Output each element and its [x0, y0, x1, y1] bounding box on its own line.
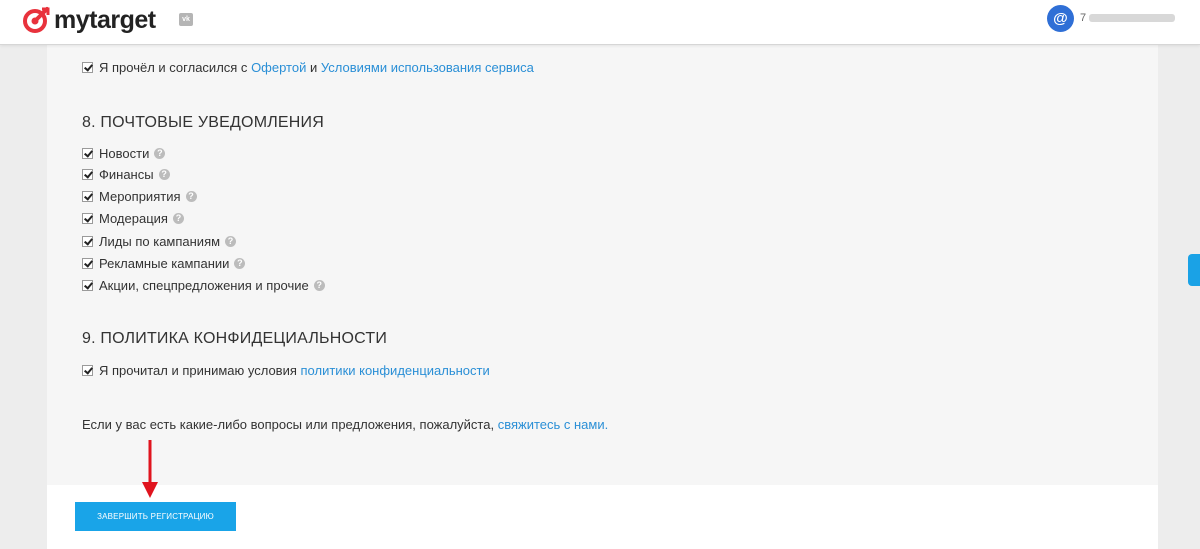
- top-bar: mytarget vk @ 7: [0, 0, 1200, 45]
- notification-item-news: Новости ?: [82, 146, 166, 161]
- help-icon[interactable]: ?: [154, 148, 166, 159]
- notification-item-promotions: Акции, спецпредложения и прочие ?: [82, 278, 325, 293]
- contact-us-link[interactable]: свяжитесь с нами.: [498, 417, 609, 432]
- notification-label: Рекламные кампании: [99, 256, 230, 271]
- logo-text: mytarget: [54, 6, 156, 34]
- privacy-policy-link[interactable]: политики конфиденциальности: [301, 363, 490, 378]
- agreement-prefix: Я прочёл и согласился с: [99, 60, 248, 75]
- notification-label: Модерация: [99, 211, 168, 226]
- notification-checkbox-moderation[interactable]: [82, 213, 93, 224]
- notification-checkbox-events[interactable]: [82, 191, 93, 202]
- contact-paragraph: Если у вас есть какие-либо вопросы или п…: [82, 417, 608, 432]
- notification-checkbox-promotions[interactable]: [82, 280, 93, 291]
- agreement-and: и: [309, 60, 318, 75]
- terms-link[interactable]: Условиями использования сервиса: [321, 60, 534, 75]
- user-name[interactable]: 7: [1080, 12, 1180, 24]
- offer-link[interactable]: Офертой: [251, 60, 306, 75]
- notification-item-leads: Лиды по кампаниям ?: [82, 234, 237, 249]
- help-icon[interactable]: ?: [313, 280, 325, 291]
- privacy-checkbox[interactable]: [82, 365, 93, 376]
- notification-item-finance: Финансы ?: [82, 167, 170, 182]
- help-icon[interactable]: ?: [172, 213, 184, 224]
- notification-label: Финансы: [99, 167, 154, 182]
- help-icon[interactable]: ?: [185, 191, 197, 202]
- notification-item-campaigns: Рекламные кампании ?: [82, 256, 246, 271]
- notification-checkbox-campaigns[interactable]: [82, 258, 93, 269]
- notification-checkbox-news[interactable]: [82, 148, 93, 159]
- notification-checkbox-leads[interactable]: [82, 236, 93, 247]
- agreement-checkbox[interactable]: [82, 62, 93, 73]
- notification-label: Мероприятия: [99, 189, 181, 204]
- user-name-prefix: 7: [1080, 12, 1087, 24]
- privacy-prefix: Я прочитал и принимаю условия: [99, 363, 297, 378]
- privacy-row: Я прочитал и принимаю условия политики к…: [82, 363, 490, 378]
- user-avatar[interactable]: @: [1047, 5, 1074, 32]
- vk-badge-icon: vk: [179, 13, 193, 26]
- notifications-section-title: 8. ПОЧТОВЫЕ УВЕДОМЛЕНИЯ: [82, 114, 324, 131]
- notification-checkbox-finance[interactable]: [82, 169, 93, 180]
- privacy-section-title: 9. ПОЛИТИКА КОНФИДЕЦИАЛЬНОСТИ: [82, 330, 388, 347]
- notification-label: Акции, спецпредложения и прочие: [99, 278, 309, 293]
- notification-label: Новости: [99, 146, 150, 161]
- annotation-arrow-icon: [142, 440, 158, 498]
- notification-item-events: Мероприятия ?: [82, 189, 197, 204]
- mytarget-logo-icon: [23, 7, 50, 33]
- side-feedback-tab[interactable]: [1188, 254, 1200, 286]
- agreement-row: Я прочёл и согласился с Офертой и Услови…: [82, 60, 534, 75]
- mytarget-logo[interactable]: mytarget: [22, 6, 156, 34]
- notification-label: Лиды по кампаниям: [99, 234, 221, 249]
- help-icon[interactable]: ?: [234, 258, 246, 269]
- user-name-blurred: [1089, 14, 1176, 23]
- help-icon[interactable]: ?: [158, 169, 170, 180]
- notification-item-moderation: Модерация ?: [82, 211, 184, 226]
- finish-registration-button[interactable]: ЗАВЕРШИТЬ РЕГИСТРАЦИЮ: [75, 502, 236, 531]
- help-icon[interactable]: ?: [225, 236, 237, 247]
- contact-text: Если у вас есть какие-либо вопросы или п…: [82, 417, 495, 432]
